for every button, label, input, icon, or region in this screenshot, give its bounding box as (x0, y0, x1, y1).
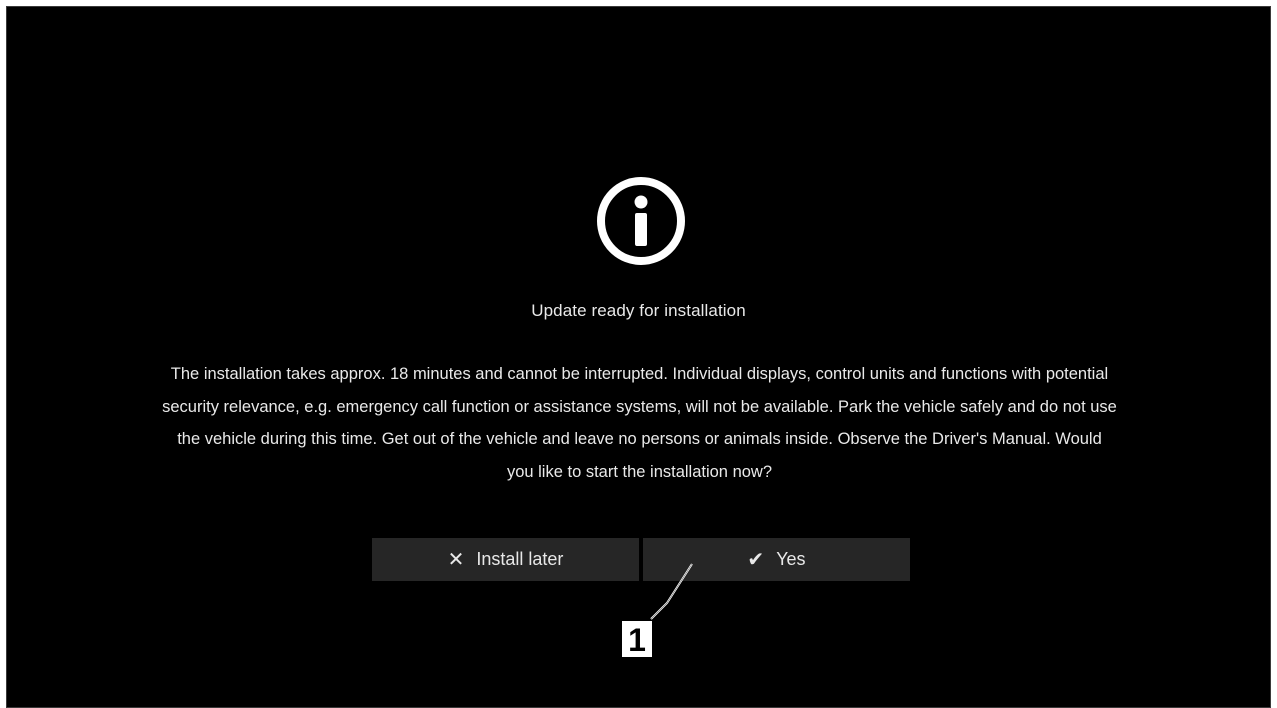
close-x-icon: ✕ (447, 548, 465, 571)
info-circle-icon (597, 177, 685, 265)
infotainment-screen: Update ready for installation The instal… (6, 6, 1271, 708)
dialog-message: The installation takes approx. 18 minute… (162, 365, 1117, 481)
yes-button[interactable]: ✔ Yes (643, 538, 910, 581)
checkmark-icon: ✔ (747, 548, 765, 571)
install-later-button[interactable]: ✕ Install later (372, 538, 639, 581)
callout-number-badge: 1 (621, 620, 653, 658)
install-later-label: Install later (476, 549, 564, 569)
dialog-title: Update ready for installation (531, 301, 746, 320)
yes-label: Yes (776, 549, 806, 569)
